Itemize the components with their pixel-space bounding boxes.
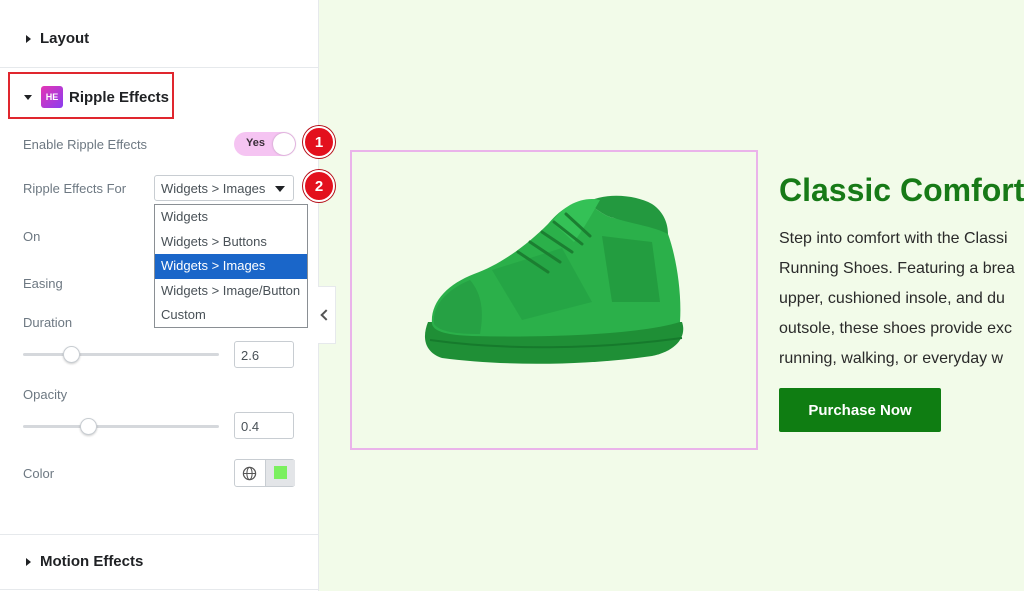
easing-label: Easing xyxy=(23,276,63,291)
ripple-effects-icon: HE xyxy=(41,86,63,108)
duration-input[interactable]: 2.6 xyxy=(234,341,294,368)
annotation-badge-1: 1 xyxy=(303,126,335,158)
toggle-yes-text: Yes xyxy=(246,137,265,149)
duration-label: Duration xyxy=(23,315,73,330)
opacity-label: Opacity xyxy=(23,387,68,402)
product-description-line: Step into comfort with the Classi xyxy=(779,230,1008,247)
product-description-line: Running Shoes. Featuring a brea xyxy=(779,260,1015,277)
annotation-badge-2: 2 xyxy=(303,170,335,202)
product-title: Classic Comfort xyxy=(779,172,1024,208)
product-image-frame[interactable] xyxy=(350,150,758,450)
dropdown-option-selected[interactable]: Widgets > Images xyxy=(155,254,307,279)
duration-slider-track[interactable] xyxy=(23,353,219,356)
toggle-knob xyxy=(273,133,295,155)
opacity-slider-track[interactable] xyxy=(23,425,219,428)
opacity-input[interactable]: 0.4 xyxy=(234,412,294,439)
motion-effects-title: Motion Effects xyxy=(40,553,144,570)
product-description-line: upper, cushioned insole, and du xyxy=(779,290,1005,307)
on-label: On xyxy=(23,229,41,244)
ripple-for-selected-value: Widgets > Images xyxy=(161,181,266,196)
ripple-effects-section[interactable]: HE Ripple Effects xyxy=(0,86,318,108)
enable-ripple-toggle[interactable]: Yes xyxy=(234,132,296,156)
color-label: Color xyxy=(23,466,55,481)
divider xyxy=(0,534,318,535)
settings-panel: Layout HE Ripple Effects Enable Ripple E… xyxy=(0,0,319,591)
globe-icon[interactable] xyxy=(242,466,257,481)
color-control[interactable] xyxy=(234,459,295,487)
product-description-line: running, walking, or everyday w xyxy=(779,350,1004,367)
enable-ripple-label: Enable Ripple Effects xyxy=(23,137,148,152)
green-shoe-image xyxy=(424,195,684,364)
ripple-for-label: Ripple Effects For xyxy=(23,181,127,196)
divider xyxy=(0,589,318,590)
caret-right-icon xyxy=(26,34,31,43)
ripple-for-dropdown[interactable]: Widgets Widgets > Buttons Widgets > Imag… xyxy=(154,204,308,328)
motion-effects-section[interactable]: Motion Effects xyxy=(0,553,318,570)
layout-section-title: Layout xyxy=(40,30,90,47)
dropdown-option[interactable]: Widgets > Image/Button xyxy=(155,279,307,304)
caret-down-icon xyxy=(24,94,32,100)
dropdown-option[interactable]: Widgets xyxy=(155,205,307,230)
panel-collapse-toggle[interactable] xyxy=(318,286,336,344)
product-description-line: outsole, these shoes provide exc xyxy=(779,320,1013,337)
caret-right-icon xyxy=(26,557,31,566)
color-swatch[interactable] xyxy=(274,466,287,479)
layout-section[interactable]: Layout xyxy=(0,30,318,47)
dropdown-caret-icon xyxy=(275,186,285,192)
purchase-now-button[interactable]: Purchase Now xyxy=(779,388,941,432)
duration-slider-handle[interactable] xyxy=(63,346,80,363)
color-swatch-area[interactable] xyxy=(265,460,295,486)
ripple-for-select[interactable]: Widgets > Images xyxy=(154,175,294,201)
divider xyxy=(0,67,318,68)
dropdown-option[interactable]: Widgets > Buttons xyxy=(155,230,307,255)
ripple-effects-title: Ripple Effects xyxy=(69,88,170,106)
dropdown-option[interactable]: Custom xyxy=(155,303,307,328)
chevron-left-icon xyxy=(320,309,332,321)
opacity-slider-handle[interactable] xyxy=(80,418,97,435)
